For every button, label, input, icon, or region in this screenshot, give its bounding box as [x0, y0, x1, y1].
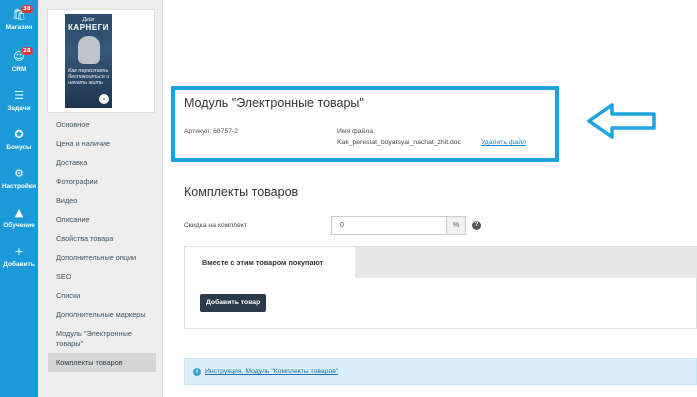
book-cover-image: Дейл КАРНЕГИ Как перестать беспокоиться … [65, 14, 112, 108]
sidebar-item-digital-module[interactable]: Модуль "Электронные товары" [48, 324, 156, 353]
article-number: Артикул: 68757-2 [184, 128, 239, 135]
sidebar-item-properties[interactable]: Свойства товара [48, 229, 156, 248]
sidebar-item-video[interactable]: Видео [48, 191, 156, 210]
book-author-last: КАРНЕГИ [68, 23, 109, 32]
module-title: Модуль "Электронные товары" [184, 96, 364, 110]
info-alert: i Инструкция. Модуль "Комплекты товаров" [184, 358, 697, 385]
sidebar-item-lists[interactable]: Списки [48, 286, 156, 305]
portrait-shape [78, 36, 100, 64]
tab-bought-together[interactable]: Вместе с этим товаром покупают [185, 247, 355, 278]
nav-item-label: Обучение [3, 222, 35, 229]
delete-file-link[interactable]: Удалить файл [481, 139, 526, 146]
kits-panel: Вместе с этим товаром покупают Добавить … [184, 246, 697, 329]
file-name-value: Kak_perestat_boyatsyai_nachat_zhit.doc [337, 139, 461, 146]
nav-item-shop[interactable]: 🛍 38 Магазин [0, 4, 38, 38]
add-product-button[interactable]: Добавить товар [200, 294, 267, 312]
instruction-link[interactable]: Инструкция. Модуль "Комплекты товаров" [205, 368, 338, 375]
file-name-label: Имя файла: [337, 128, 375, 135]
people-icon: ☺ 28 [13, 47, 33, 63]
sidebar-item-options[interactable]: Дополнительные опции [48, 248, 156, 267]
nav-item-crm[interactable]: ☺ 28 CRM [0, 46, 38, 80]
arrow-left-icon [587, 103, 656, 139]
nav-item-label: Добавить [3, 261, 35, 268]
info-icon: i [193, 368, 201, 376]
book-title: Как перестать беспокоиться и начать жить [68, 68, 110, 86]
sidebar-item-photos[interactable]: Фотографии [48, 172, 156, 191]
nav-item-tasks[interactable]: ☰ Задачи [0, 85, 38, 119]
plus-icon: + [14, 245, 24, 258]
list-icon: ☰ [14, 89, 24, 102]
nav-item-label: CRM [11, 66, 27, 73]
app-nav: 🛍 38 Магазин ☺ 28 CRM ☰ Задачи ✪ Бонусы ⚙ … [0, 0, 38, 397]
notification-badge: 38 [21, 5, 33, 13]
graduation-cap-icon: ▲ [14, 206, 24, 219]
sidebar-item-delivery[interactable]: Доставка [48, 153, 156, 172]
nav-item-label: Задачи [7, 105, 31, 112]
nav-item-add[interactable]: + Добавить [0, 241, 38, 275]
product-image-frame: Дейл КАРНЕГИ Как перестать беспокоиться … [47, 9, 155, 113]
kits-tabbar: Вместе с этим товаром покупают [185, 247, 697, 278]
cart-icon: 🛍 38 [12, 5, 33, 21]
sidebar-item-seo[interactable]: SEO [48, 267, 156, 286]
gear-icon: ⚙ [14, 167, 24, 180]
percent-addon: % [446, 216, 466, 235]
sidebar-item-kits[interactable]: Комплекты товаров [48, 353, 156, 372]
discount-label: Скидка на комплект [184, 222, 247, 229]
nav-item-bonuses[interactable]: ✪ Бонусы [0, 124, 38, 158]
nav-item-learning[interactable]: ▲ Обучение [0, 202, 38, 236]
product-sidebar: Дейл КАРНЕГИ Как перестать беспокоиться … [38, 0, 163, 397]
help-icon[interactable]: ? [472, 221, 481, 230]
nav-item-settings[interactable]: ⚙ Настройки [0, 163, 38, 197]
nav-item-label: Бонусы [6, 144, 32, 151]
sidebar-item-main[interactable]: Основное [48, 115, 156, 134]
product-menu: Основное Цена и наличие Доставка Фотогра… [48, 115, 156, 372]
sidebar-item-description[interactable]: Описание [48, 210, 156, 229]
notification-badge: 28 [21, 47, 33, 55]
sidebar-item-markers[interactable]: Дополнительные маркеры [48, 305, 156, 324]
nav-item-label: Магазин [5, 24, 33, 31]
medal-icon: ✪ [14, 128, 24, 141]
discount-input[interactable] [331, 216, 448, 235]
nav-item-label: Настройки [1, 183, 37, 190]
seal-icon: ● [99, 94, 109, 104]
sidebar-item-price[interactable]: Цена и наличие [48, 134, 156, 153]
kits-title: Комплекты товаров [184, 185, 299, 199]
